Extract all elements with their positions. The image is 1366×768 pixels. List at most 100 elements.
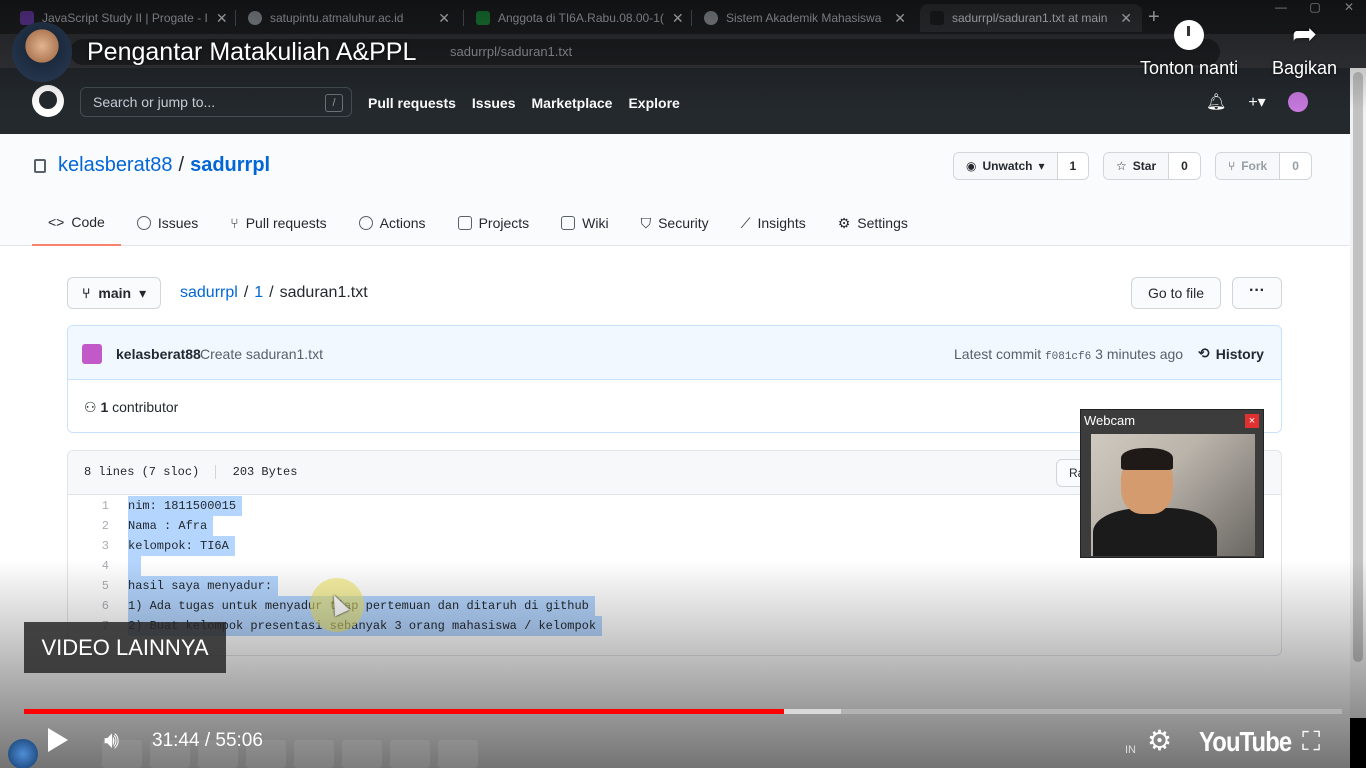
- breadcrumb-separator: /: [243, 284, 249, 301]
- github-logo-icon[interactable]: [32, 85, 64, 117]
- repo-book-icon: [34, 158, 46, 173]
- branch-select-button[interactable]: ⑂ main ▾: [67, 277, 162, 309]
- commit-author-link[interactable]: kelasberat88: [116, 346, 201, 362]
- nav-marketplace[interactable]: Marketplace: [532, 95, 613, 111]
- repo-title-separator: /: [178, 154, 185, 176]
- fork-count[interactable]: 0: [1280, 153, 1311, 179]
- commit-sha[interactable]: f081cf6: [1045, 351, 1091, 363]
- tab-close-icon[interactable]: ✕: [886, 10, 906, 27]
- line-number[interactable]: 3: [68, 539, 128, 553]
- star-count[interactable]: 0: [1169, 153, 1200, 179]
- line-number[interactable]: 2: [68, 519, 128, 533]
- tab-label: Security: [658, 215, 709, 231]
- github-header-actions: 🔔︎ +▾: [1206, 92, 1308, 112]
- history-link[interactable]: ⟲ History: [1198, 345, 1264, 362]
- breadcrumb-dir[interactable]: 1: [254, 284, 263, 302]
- breadcrumb-separator: /: [269, 284, 274, 301]
- repo-name-link[interactable]: sadurrpl: [190, 154, 270, 177]
- branch-icon: ⑂: [82, 285, 91, 301]
- line-number[interactable]: 1: [68, 499, 128, 513]
- tab-code[interactable]: <> Code: [32, 210, 121, 246]
- scrollbar-thumb[interactable]: [1353, 72, 1363, 662]
- webcam-window[interactable]: Webcam ×: [1080, 409, 1264, 558]
- file-stats-divider: [215, 465, 217, 479]
- unwatch-button[interactable]: ◉ Unwatch ▾: [954, 153, 1058, 179]
- tab-close-icon[interactable]: ✕: [430, 10, 450, 27]
- nav-issues[interactable]: Issues: [472, 95, 516, 111]
- maximize-icon[interactable]: ▢: [1298, 0, 1332, 20]
- latest-commit-row: kelasberat88 Create saduran1.txt Latest …: [68, 326, 1281, 380]
- exit-fullscreen-icon[interactable]: ⛶: [1302, 728, 1320, 754]
- branch-label: main: [98, 285, 132, 301]
- file-line-stats: 8 lines (7 sloc): [84, 465, 200, 480]
- watch-count[interactable]: 1: [1057, 153, 1089, 179]
- line-number[interactable]: 5: [68, 579, 128, 593]
- tab-label: Actions: [379, 215, 426, 231]
- play-icon[interactable]: [48, 728, 68, 752]
- minimize-icon[interactable]: —: [1264, 0, 1298, 20]
- more-videos-button[interactable]: VIDEO LAINNYA: [24, 622, 226, 673]
- tab-security[interactable]: ⛉ Security: [625, 210, 725, 236]
- bell-icon[interactable]: 🔔︎: [1206, 92, 1226, 112]
- line-content: hasil saya menyadur:: [128, 576, 279, 596]
- tab-settings[interactable]: ⚙ Settings: [822, 210, 924, 236]
- webcam-titlebar[interactable]: Webcam ×: [1081, 410, 1263, 432]
- browser-tab[interactable]: satupintu.atmaluhur.ac.id ✕: [238, 4, 460, 32]
- nav-explore[interactable]: Explore: [628, 95, 679, 111]
- user-avatar[interactable]: [1287, 92, 1308, 112]
- nav-pull-requests[interactable]: Pull requests: [368, 95, 456, 111]
- webcam-close-button[interactable]: ×: [1245, 414, 1259, 428]
- tab-wiki[interactable]: Wiki: [545, 210, 624, 236]
- volume-icon[interactable]: 🔊︎: [104, 728, 134, 754]
- code-line: 72) Buat kelompok presentasi sebanyak 3 …: [68, 616, 1281, 636]
- tab-label: Settings: [857, 215, 908, 231]
- tab-issues[interactable]: Issues: [121, 210, 214, 236]
- code-line: 5 hasil saya menyadur:: [68, 576, 1281, 596]
- project-icon: [457, 216, 472, 230]
- star-button[interactable]: ☆ Star: [1104, 153, 1170, 179]
- more-options-button[interactable]: ···: [1232, 277, 1282, 309]
- channel-avatar[interactable]: [12, 22, 72, 82]
- time-display: 31:44 / 55:06: [152, 730, 263, 751]
- watch-later-button[interactable]: Tonton nanti: [1140, 20, 1238, 79]
- line-number[interactable]: 6: [68, 599, 128, 613]
- fork-button[interactable]: ⑂ Fork: [1216, 153, 1281, 179]
- tab-separator: [235, 10, 236, 26]
- tab-pull-requests[interactable]: ⑂ Pull requests: [214, 210, 342, 236]
- history-label: History: [1215, 345, 1264, 362]
- browser-tab[interactable]: Sistem Akademik Mahasiswa ✕: [694, 4, 916, 32]
- video-progress-bar[interactable]: [24, 709, 1342, 714]
- history-icon: ⟲: [1198, 345, 1210, 361]
- page-scrollbar[interactable]: [1350, 68, 1366, 718]
- repo-nav-tabs: <> Code Issues ⑂ Pull requests Actions Pro…: [32, 210, 924, 246]
- line-number[interactable]: 4: [68, 559, 128, 573]
- tab-close-icon[interactable]: ✕: [1112, 10, 1132, 27]
- repo-title: kelasberat88 / sadurrpl: [34, 154, 270, 177]
- play-circle-icon: [358, 216, 373, 230]
- tab-separator: [691, 10, 692, 26]
- youtube-logo[interactable]: YouTube: [1199, 726, 1292, 758]
- browser-tab-active[interactable]: sadurrpl/saduran1.txt at main ✕: [920, 4, 1142, 32]
- repo-owner-link[interactable]: kelasberat88: [58, 154, 173, 177]
- tab-actions[interactable]: Actions: [343, 210, 442, 236]
- tab-insights[interactable]: ⟋ Insights: [725, 210, 822, 236]
- browser-tab[interactable]: Anggota di TI6A.Rabu.08.00-1( ✕: [466, 4, 688, 32]
- contributors-count: 1: [100, 399, 109, 415]
- commit-author-avatar[interactable]: [82, 344, 102, 364]
- window-close-icon[interactable]: ✕: [1332, 0, 1366, 20]
- github-search-input[interactable]: Search or jump to... /: [80, 87, 352, 117]
- tab-close-icon[interactable]: ✕: [664, 10, 684, 27]
- settings-gear-icon[interactable]: ⚙: [1147, 726, 1172, 756]
- tab-title: Anggota di TI6A.Rabu.08.00-1(: [498, 11, 664, 25]
- search-placeholder: Search or jump to...: [93, 94, 216, 110]
- share-button[interactable]: ➦ Bagikan: [1272, 20, 1337, 79]
- tab-projects[interactable]: Projects: [442, 210, 546, 236]
- gear-icon: ⚙: [837, 214, 851, 231]
- breadcrumb-repo[interactable]: sadurrpl: [180, 284, 238, 302]
- video-title[interactable]: Pengantar Matakuliah A&PPL: [87, 38, 416, 67]
- commit-message[interactable]: Create saduran1.txt: [200, 346, 323, 362]
- plus-dropdown-icon[interactable]: +▾: [1248, 92, 1265, 112]
- tab-close-icon[interactable]: ✕: [208, 10, 228, 27]
- go-to-file-button[interactable]: Go to file: [1131, 277, 1222, 309]
- tab-label: Pull requests: [245, 215, 327, 231]
